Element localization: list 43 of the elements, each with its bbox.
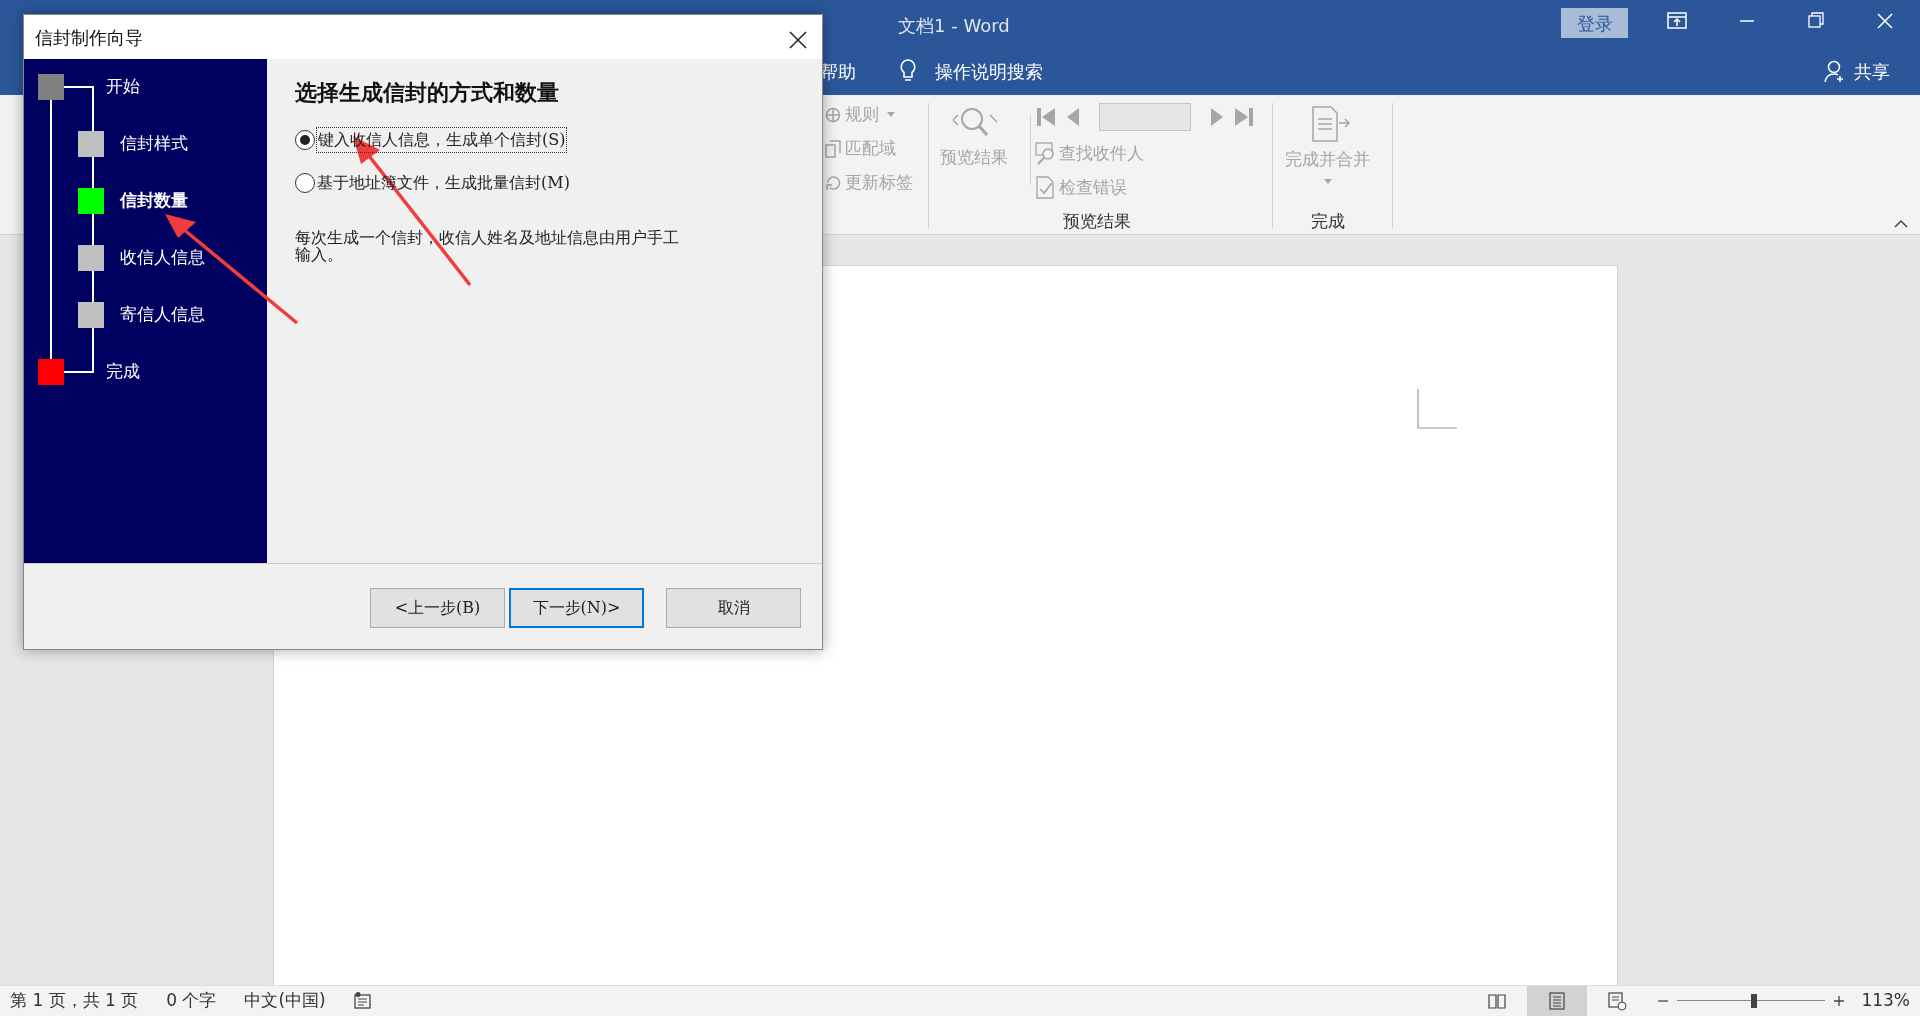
- dialog-title: 信封制作向导: [24, 15, 822, 59]
- lightbulb-icon: [898, 58, 918, 84]
- login-button[interactable]: 登录: [1561, 8, 1628, 38]
- person-icon: [1824, 59, 1846, 83]
- step-label: 开始: [106, 75, 140, 99]
- print-layout-button[interactable]: [1527, 985, 1588, 1016]
- description-text: 每次生成一个信封，收信人姓名及地址信息由用户手工输入。: [295, 230, 680, 264]
- find-recipient-icon: [1035, 142, 1055, 166]
- zoom-slider[interactable]: [1677, 994, 1826, 1008]
- rules-icon: [825, 106, 841, 124]
- slider-thumb[interactable]: [1751, 994, 1758, 1008]
- share-button[interactable]: 共享: [1854, 57, 1890, 85]
- step-label: 信封样式: [120, 132, 188, 156]
- book-icon: [1487, 991, 1507, 1011]
- refresh-icon: [825, 174, 841, 192]
- check-document-icon: [1035, 176, 1055, 200]
- macro-record-icon[interactable]: [353, 992, 374, 1010]
- match-fields-icon: [825, 140, 841, 158]
- page-icon: [1547, 991, 1567, 1011]
- step-label: 信封数量: [120, 189, 188, 213]
- status-text: 第 1 页，共 1 页: [10, 989, 139, 1013]
- step-label: 寄信人信息: [120, 303, 205, 327]
- step-label: 完成: [106, 360, 140, 384]
- window-title: 文档1 - Word: [898, 14, 1010, 38]
- ribbon-display-icon[interactable]: [1667, 12, 1687, 30]
- cancel-button[interactable]: 取消: [666, 587, 801, 628]
- status-text: 中文(中国): [244, 989, 326, 1013]
- group-label: 完成: [1311, 210, 1345, 233]
- step-label: 收信人信息: [120, 246, 205, 270]
- dropdown-caret-icon: [1323, 178, 1332, 185]
- margin-corner-icon: [1417, 389, 1457, 429]
- restore-icon[interactable]: [1808, 12, 1824, 28]
- zoom-in-icon[interactable]: [1833, 995, 1846, 1007]
- zoom-level[interactable]: 113%: [1861, 988, 1910, 1014]
- group-label: 预览结果: [1063, 210, 1131, 233]
- dialog-heading: 选择生成信封的方式和数量: [295, 79, 560, 106]
- web-page-icon: [1607, 991, 1627, 1011]
- next-button[interactable]: 下一步(N)>: [509, 587, 644, 628]
- status-text: 0 个字: [166, 989, 217, 1013]
- tell-me-search[interactable]: 操作说明搜索: [935, 57, 1043, 85]
- close-icon[interactable]: [1876, 12, 1894, 30]
- back-button[interactable]: <上一步(B): [370, 587, 505, 628]
- collapse-ribbon-icon[interactable]: [1894, 219, 1908, 228]
